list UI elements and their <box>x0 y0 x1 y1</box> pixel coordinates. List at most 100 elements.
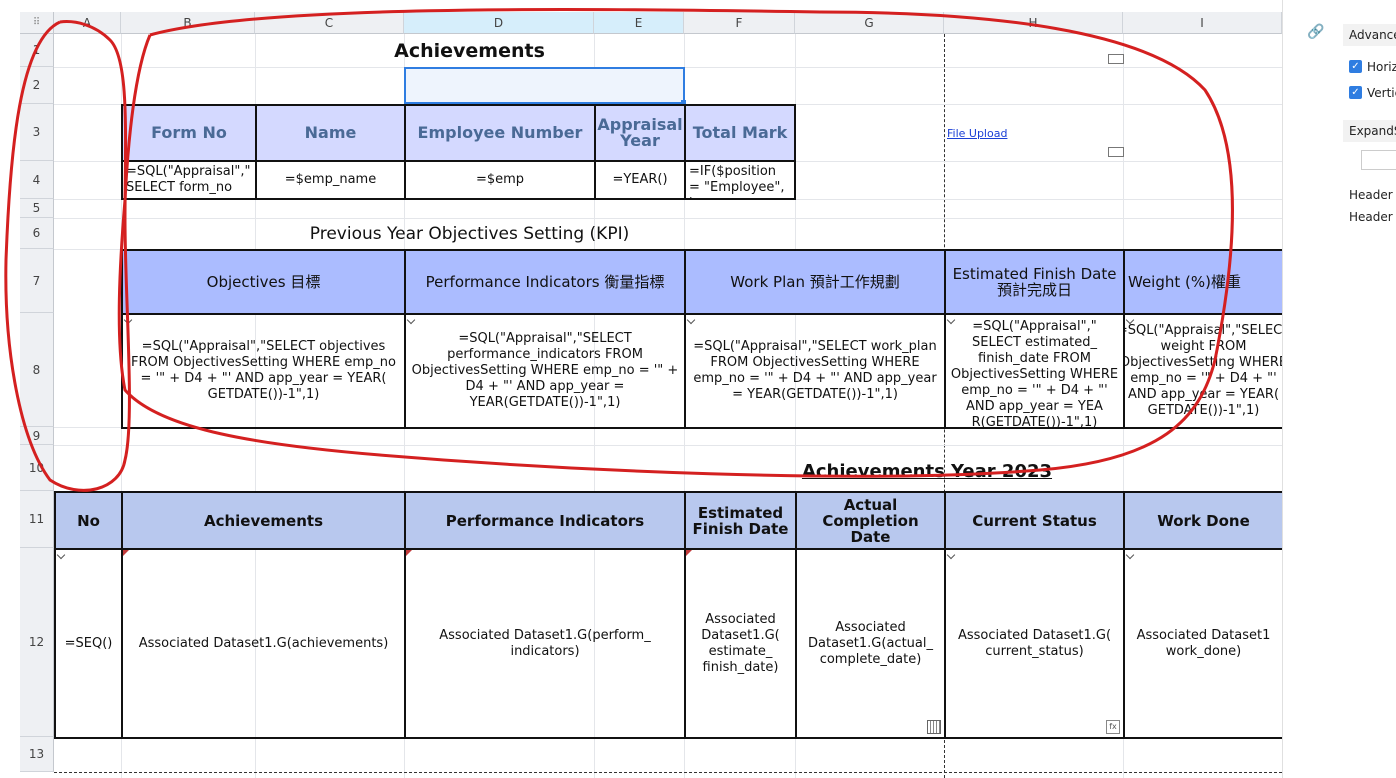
col-header-h[interactable]: H <box>944 12 1123 34</box>
ach-value-current-status-text: Associated Dataset1.G( current_status) <box>957 627 1112 659</box>
ach-header-work-done[interactable]: Work Done <box>1123 491 1282 550</box>
value-name[interactable]: =$emp_name <box>255 160 406 200</box>
col-header-d[interactable]: D <box>404 12 594 34</box>
ach-header-current-status[interactable]: Current Status <box>944 491 1125 550</box>
spreadsheet-grid[interactable]: ⠿ A B C D E F G H I 1 2 3 4 5 6 7 8 9 10… <box>0 0 1282 778</box>
advanced-tab[interactable]: Advanced <box>1343 24 1396 46</box>
kpi-value-objectives[interactable]: =SQL("Appraisal","SELECT objectives FROM… <box>121 313 406 429</box>
expand-input[interactable] <box>1361 150 1396 170</box>
row-header-7[interactable]: 7 <box>20 249 54 313</box>
red-triangle-icon <box>686 550 692 556</box>
col-header-a[interactable]: A <box>54 12 121 34</box>
ach-value-work-done-text: Associated Dataset1 work_done) <box>1136 627 1271 659</box>
row-header-11[interactable]: 11 <box>20 491 54 548</box>
row-header-13[interactable]: 13 <box>20 737 54 772</box>
col-header-b[interactable]: B <box>121 12 255 34</box>
kpi-value-weight-text: =SQL("Appraisal","SELECT weight FROM Obj… <box>1123 323 1282 418</box>
kpi-value-work-plan-text: =SQL("Appraisal","SELECT work_plan FROM … <box>693 339 937 402</box>
row-header-2[interactable]: 2 <box>20 67 54 104</box>
header-employee-number[interactable]: Employee Number <box>404 104 596 162</box>
row-header-4[interactable]: 4 <box>20 161 54 199</box>
cell-marker-icon <box>406 315 416 325</box>
value-total-mark[interactable]: =IF($position = "Employee", ' <box>684 160 796 200</box>
row-header-3[interactable]: 3 <box>20 104 54 161</box>
horizontal-checkbox[interactable]: ✓ <box>1349 60 1362 73</box>
row-header-9[interactable]: 9 <box>20 427 54 445</box>
ach-value-current-status[interactable]: Associated Dataset1.G( current_status)fx <box>944 548 1125 739</box>
gridline <box>54 445 1282 446</box>
ach-value-estimated-finish-text: Associated Dataset1.G( estimate_ finish_… <box>701 611 780 675</box>
cell-marker-icon <box>686 315 696 325</box>
ach-header-actual-completion[interactable]: Actual Completion Date <box>795 491 946 550</box>
cell-marker-icon <box>123 315 133 325</box>
vertical-label: Vertic <box>1367 86 1396 100</box>
row-header-8[interactable]: 8 <box>20 313 54 427</box>
ach-value-performance-indicators-text: Associated Dataset1.G(perform_ indicator… <box>439 627 651 659</box>
cell-marker-icon <box>1125 550 1135 560</box>
calendar-icon[interactable] <box>927 720 941 734</box>
row-header-1[interactable]: 1 <box>20 34 54 67</box>
header-form-no[interactable]: Form No <box>121 104 257 162</box>
row-header-12[interactable]: 12 <box>20 548 54 737</box>
kpi-header-performance-indicators[interactable]: Performance Indicators 衡量指標 <box>404 249 686 315</box>
ach-value-work-done[interactable]: Associated Dataset1 work_done) <box>1123 548 1282 739</box>
comment-icon[interactable] <box>1108 147 1124 157</box>
header-s-label: Header S <box>1349 210 1396 224</box>
formula-icon[interactable]: fx <box>1106 720 1120 734</box>
kpi-value-performance-indicators-text: =SQL("Appraisal","SELECT performance_ind… <box>411 331 679 410</box>
red-triangle-icon <box>123 550 129 556</box>
kpi-value-objectives-text: =SQL("Appraisal","SELECT objectives FROM… <box>130 339 396 402</box>
kpi-header-work-plan[interactable]: Work Plan 預計工作規劃 <box>684 249 946 315</box>
ach-value-estimated-finish[interactable]: Associated Dataset1.G( estimate_ finish_… <box>684 548 797 739</box>
row-header-6[interactable]: 6 <box>20 218 54 249</box>
red-triangle-icon <box>406 550 412 556</box>
row-header-10[interactable]: 10 <box>20 445 54 491</box>
comment-icon[interactable] <box>1108 54 1124 64</box>
col-header-g[interactable]: G <box>795 12 944 34</box>
header-name[interactable]: Name <box>255 104 406 162</box>
kpi-value-performance-indicators[interactable]: =SQL("Appraisal","SELECT performance_ind… <box>404 313 686 429</box>
select-all-corner[interactable]: ⠿ <box>20 12 54 34</box>
grid-dots-icon: ⠿ <box>32 17 41 28</box>
header-appraisal-year[interactable]: Appraisal Year <box>594 104 686 162</box>
file-upload-link[interactable]: File Upload <box>944 120 1014 148</box>
kpi-header-weight[interactable]: Weight (%)權重 <box>1123 249 1282 315</box>
ach-header-estimated-finish[interactable]: Estimated Finish Date <box>684 491 797 550</box>
kpi-value-estimated-finish-text: =SQL("Appraisal"," SELECT estimated_ fin… <box>950 319 1119 429</box>
ach-header-performance-indicators[interactable]: Performance Indicators <box>404 491 686 550</box>
cell-marker-icon <box>56 550 66 560</box>
ach-value-achievements-text: Associated Dataset1.G(achievements) <box>138 635 389 651</box>
ach-value-achievements[interactable]: Associated Dataset1.G(achievements) <box>121 548 406 739</box>
link-icon[interactable]: 🔗 <box>1307 24 1324 40</box>
kpi-value-estimated-finish[interactable]: =SQL("Appraisal"," SELECT estimated_ fin… <box>944 313 1125 429</box>
ach-value-actual-completion[interactable]: Associated Dataset1.G(actual_ complete_d… <box>795 548 946 739</box>
ach-header-no[interactable]: No <box>54 491 123 550</box>
value-appraisal-year[interactable]: =YEAR() <box>594 160 686 200</box>
value-form-no[interactable]: =SQL("Appraisal"," SELECT form_no <box>121 160 257 200</box>
ach-value-no[interactable]: =SEQ() <box>54 548 123 739</box>
kpi-value-weight[interactable]: =SQL("Appraisal","SELECT weight FROM Obj… <box>1123 313 1282 429</box>
value-employee-number[interactable]: =$emp <box>404 160 596 200</box>
vertical-checkbox[interactable]: ✓ <box>1349 86 1362 99</box>
selected-cell-d2[interactable] <box>404 67 685 104</box>
expand-section[interactable]: ExpandS <box>1343 120 1396 142</box>
header-total-mark[interactable]: Total Mark <box>684 104 796 162</box>
col-header-i[interactable]: I <box>1123 12 1282 34</box>
kpi-header-objectives[interactable]: Objectives 目標 <box>121 249 406 315</box>
achievements-title[interactable]: Achievements <box>255 34 684 67</box>
horizontal-label: Horiz <box>1367 60 1396 74</box>
header-a-label: Header A <box>1349 188 1396 202</box>
achievements-year-title[interactable]: Achievements Year 2023 <box>795 455 1059 489</box>
ach-value-actual-completion-text: Associated Dataset1.G(actual_ complete_d… <box>808 619 933 667</box>
ach-header-achievements[interactable]: Achievements <box>121 491 406 550</box>
ach-value-performance-indicators[interactable]: Associated Dataset1.G(perform_ indicator… <box>404 548 686 739</box>
cell-marker-icon <box>946 550 956 560</box>
kpi-title[interactable]: Previous Year Objectives Setting (KPI) <box>255 218 684 249</box>
row-header-5[interactable]: 5 <box>20 199 54 218</box>
col-header-e[interactable]: E <box>594 12 684 34</box>
ach-value-no-text: =SEQ() <box>64 635 113 651</box>
col-header-f[interactable]: F <box>684 12 795 34</box>
kpi-header-estimated-finish[interactable]: Estimated Finish Date 預計完成日 <box>944 249 1125 315</box>
kpi-value-work-plan[interactable]: =SQL("Appraisal","SELECT work_plan FROM … <box>684 313 946 429</box>
col-header-c[interactable]: C <box>255 12 404 34</box>
